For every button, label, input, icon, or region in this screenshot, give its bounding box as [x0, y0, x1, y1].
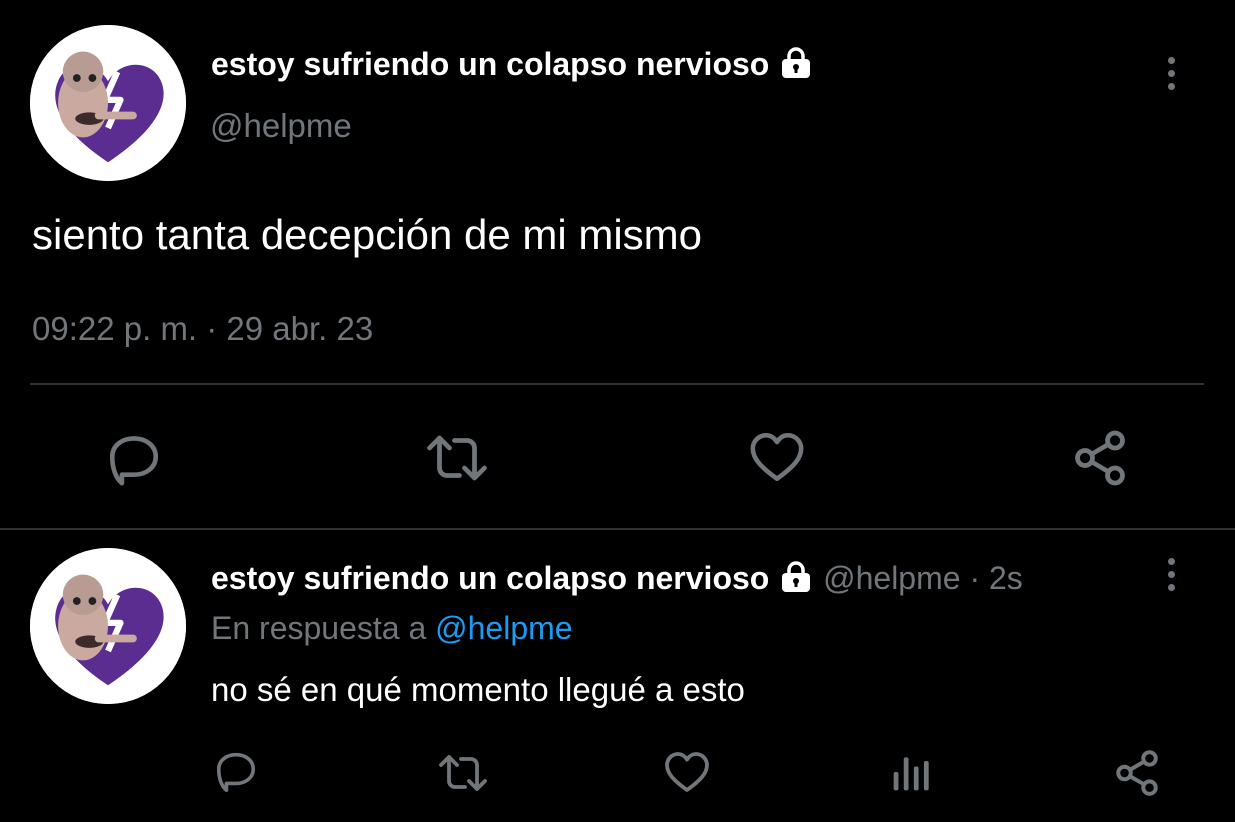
- share-icon[interactable]: [1070, 428, 1130, 488]
- reply-context: En respuesta a @helpme: [211, 608, 573, 648]
- reply-icon[interactable]: [104, 430, 164, 488]
- retweet-icon[interactable]: [434, 749, 492, 797]
- more-vertical-icon[interactable]: [1160, 558, 1182, 598]
- thread-divider: [0, 528, 1235, 530]
- reply-avatar[interactable]: [30, 548, 186, 704]
- dot-separator: ·: [969, 560, 981, 596]
- analytics-icon[interactable]: [890, 750, 934, 794]
- reply-context-prefix: En respuesta a: [211, 610, 427, 646]
- share-icon[interactable]: [1112, 748, 1162, 798]
- lock-icon: [778, 558, 814, 598]
- reply-icon[interactable]: [212, 748, 260, 794]
- reply-handle[interactable]: @helpme: [823, 560, 960, 596]
- heart-icon[interactable]: [746, 428, 808, 486]
- retweet-icon[interactable]: [422, 428, 492, 488]
- avatar[interactable]: [30, 25, 186, 181]
- display-name-text: estoy sufriendo un colapso nervioso: [211, 46, 770, 82]
- heart-icon[interactable]: [662, 748, 712, 796]
- reply-display-name[interactable]: estoy sufriendo un colapso nervioso: [211, 560, 769, 596]
- more-vertical-icon[interactable]: [1160, 57, 1182, 97]
- tweet-text: siento tanta decepción de mi mismo: [32, 211, 703, 258]
- display-name[interactable]: estoy sufriendo un colapso nervioso: [211, 44, 814, 84]
- timestamp[interactable]: 09:22 p. m. · 29 abr. 23: [32, 308, 373, 350]
- reply-header: estoy sufriendo un colapso nervioso @hel…: [211, 558, 1023, 598]
- divider: [30, 383, 1204, 385]
- reply-mention-link[interactable]: @helpme: [435, 610, 572, 646]
- reply-text: no sé en qué momento llegué a esto: [211, 671, 745, 708]
- lock-icon: [778, 44, 814, 84]
- handle[interactable]: @helpme: [210, 106, 352, 146]
- reply-time[interactable]: 2s: [989, 560, 1023, 596]
